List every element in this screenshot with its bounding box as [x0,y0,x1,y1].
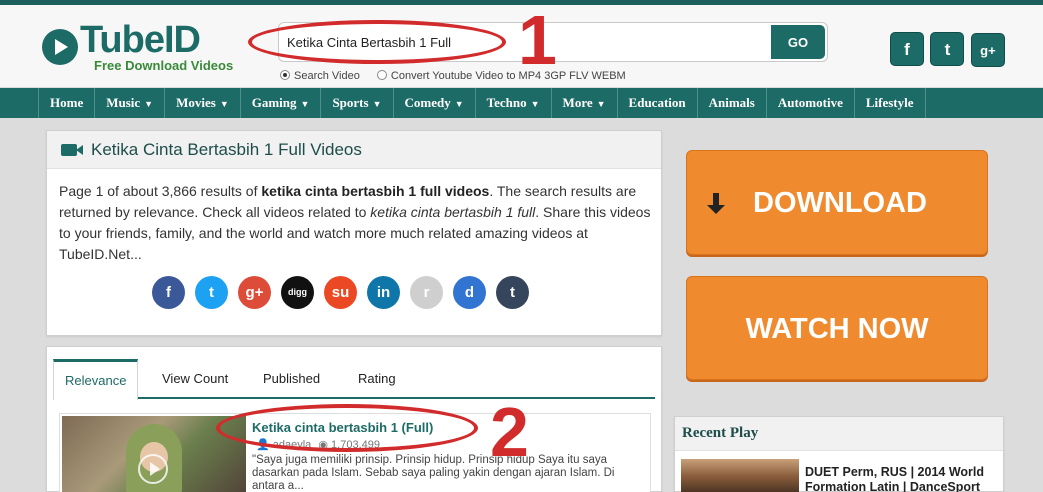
radio-unselected-icon[interactable] [376,70,387,80]
nav-item-sports[interactable]: Sports ▼ [320,88,392,118]
recent-play-panel: Recent Play DUET Perm, RUS | 2014 World … [674,416,1004,492]
go-button[interactable]: GO [771,25,825,59]
search-video-option[interactable]: Search Video [280,70,360,82]
logo-tagline: Free Download Videos [94,58,234,73]
nav-item-music[interactable]: Music ▼ [94,88,164,118]
tab-relevance[interactable]: Relevance [53,359,139,400]
main-nav: Home Music ▼ Movies ▼ Gaming ▼ Sports ▼ Comedy ▼ Te… [0,88,1043,118]
chevron-down-icon: ▼ [219,99,229,109]
twitter-share-icon[interactable]: t [195,276,228,309]
results-panel: Ketika Cinta Bertasbih 1 Full Videos Pag… [46,130,662,336]
tab-published[interactable]: Published [252,359,331,399]
annotation-ellipse-1 [248,20,506,64]
nav-item-automotive[interactable]: Automotive [765,88,854,118]
results-summary: Page 1 of about 3,866 results of ketika … [59,183,651,262]
annotation-number-2: 2 [490,393,529,471]
linkedin-share-icon[interactable]: in [367,276,400,309]
nav-item-comedy[interactable]: Comedy ▼ [392,88,475,118]
play-logo-icon [42,29,78,65]
nav-item-animals[interactable]: Animals [696,88,766,118]
social-links: f t g+ [890,32,1007,67]
googleplus-share-icon[interactable]: g+ [238,276,271,309]
googleplus-icon[interactable]: g+ [970,33,1005,67]
download-arrow-icon [707,193,725,214]
annotation-ellipse-2 [216,404,478,452]
tab-rating[interactable]: Rating [347,359,407,399]
twitter-icon[interactable]: t [930,32,965,66]
logo-title: TubeID [80,19,201,61]
nav-item-techno[interactable]: Techno ▼ [474,88,551,118]
results-header: Ketika Cinta Bertasbih 1 Full Videos [47,131,661,169]
sort-tabs: Relevance View Count Published Rating [53,359,655,400]
chevron-down-icon: ▼ [530,99,540,109]
chevron-down-icon: ▼ [300,99,310,109]
delicious-share-icon[interactable]: d [453,276,486,309]
tab-view-count[interactable]: View Count [151,359,239,399]
digg-share-icon[interactable]: digg [281,276,314,309]
stumbleupon-share-icon[interactable]: su [324,276,357,309]
nav-item-education[interactable]: Education [616,88,697,118]
nav-item-gaming[interactable]: Gaming ▼ [239,88,321,118]
site-logo[interactable]: TubeID Free Download Videos [42,19,252,77]
play-icon[interactable] [138,454,168,484]
chevron-down-icon: ▼ [144,99,154,109]
nav-item-home[interactable]: Home [38,88,94,118]
video-description: "Saya juga memiliki prinsip. Prinsip hid… [252,454,615,492]
facebook-share-icon[interactable]: f [152,276,185,309]
tumblr-share-icon[interactable]: t [496,276,529,309]
convert-video-option[interactable]: Convert Youtube Video to MP4 3GP FLV WEB… [376,70,626,82]
recent-video-title[interactable]: DUET Perm, RUS | 2014 World Formation La… [805,465,1001,492]
recent-play-header: Recent Play [675,417,1003,451]
chevron-down-icon: ▼ [596,99,606,109]
results-title: Ketika Cinta Bertasbih 1 Full Videos [91,140,362,159]
recent-video-thumbnail[interactable] [681,459,799,492]
chevron-down-icon: ▼ [454,99,464,109]
radio-selected-icon[interactable] [280,70,290,80]
video-camera-icon [61,144,83,156]
nav-item-movies[interactable]: Movies ▼ [164,88,240,118]
nav-item-lifestyle[interactable]: Lifestyle [853,88,926,118]
share-buttons: f t g+ digg su in r d t [152,276,539,309]
chevron-down-icon: ▼ [372,99,382,109]
recent-play-title: Recent Play [682,425,759,441]
nav-item-more[interactable]: More ▼ [550,88,617,118]
reddit-share-icon[interactable]: r [410,276,443,309]
download-button[interactable]: DOWNLOAD [686,150,988,255]
search-mode-options: Search Video Convert Youtube Video to MP… [280,70,640,82]
facebook-icon[interactable]: f [890,32,924,66]
watch-now-button[interactable]: WATCH NOW [686,276,988,380]
annotation-number-1: 1 [518,1,557,79]
